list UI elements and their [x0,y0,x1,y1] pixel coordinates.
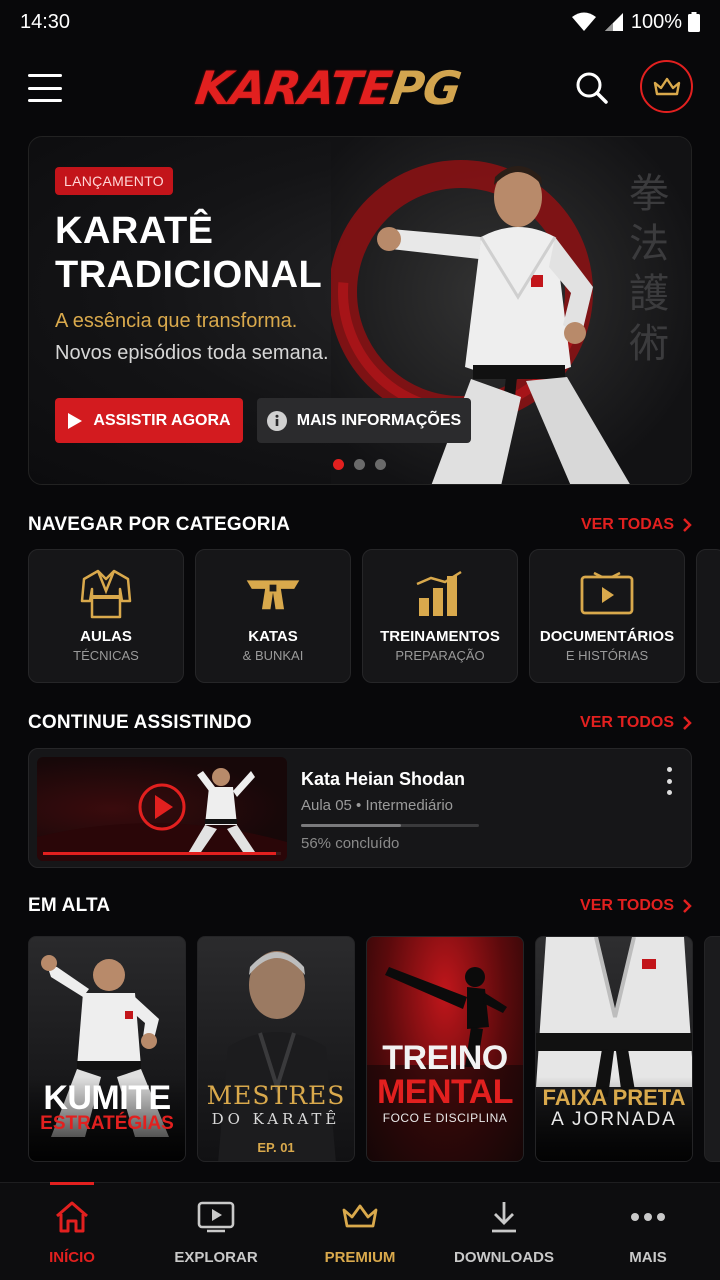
signal-icon [604,13,623,31]
belt-icon [245,568,301,620]
hero-tagline: A essência que transforma. [55,310,298,332]
download-icon [488,1199,520,1235]
logo-karate: KARATE [192,61,395,115]
trending-title: EM ALTA [28,895,111,916]
svg-text:拳: 拳 [629,171,669,217]
nav-more[interactable]: MAIS [576,1183,720,1280]
carousel-dot[interactable] [333,459,344,470]
crown-icon [653,77,680,95]
continue-watching-card[interactable]: Kata Heian Shodan Aula 05 • Intermediári… [28,748,692,868]
hero-banner[interactable]: 拳法護術 LANÇAMENTO KARATÊ TRADICIONAL A ess… [28,136,692,485]
hero-title: KARATÊ TRADICIONAL [55,210,323,296]
thumb-progress-track [43,852,281,855]
watch-now-button[interactable]: ASSISTIR AGORA [55,398,243,443]
progress-label: 56% concluído [301,835,400,852]
nav-home[interactable]: INÍCIO [0,1182,144,1280]
video-meta: Aula 05 • Intermediário [301,797,453,814]
poster-faixa-preta[interactable]: FAIXA PRETA A JORNADA [535,936,693,1162]
more-info-button[interactable]: MAIS INFORMAÇÕES [257,398,471,443]
continue-title: CONTINUE ASSISTINDO [28,712,252,733]
logo-pg: PG [386,61,464,115]
home-icon [54,1199,90,1235]
menu-icon [28,74,62,77]
bottom-navigation: INÍCIO EXPLORAR PREMIUM DOWNLOADS MAIS [0,1182,720,1280]
play-box-icon [197,1199,235,1235]
status-icons: 100% [571,11,700,34]
menu-button[interactable] [28,74,62,102]
chevron-right-icon [683,716,692,730]
category-card-aulas[interactable]: AULAS TÉCNICAS [28,549,184,683]
more-icon [630,1199,666,1235]
video-title: Kata Heian Shodan [301,769,466,789]
tv-icon [579,568,635,620]
chart-icon [412,568,468,620]
launch-badge: LANÇAMENTO [55,167,173,195]
play-icon [68,412,83,429]
poster-kumite[interactable]: KUMITE ESTRATÉGIAS [28,936,186,1162]
svg-text:術: 術 [629,321,669,367]
trending-header: EM ALTA VER TODOS [28,891,692,921]
info-icon [266,410,287,431]
category-card-partial[interactable] [696,549,720,683]
battery-icon [688,12,700,32]
premium-button[interactable] [640,60,693,113]
continue-header: CONTINUE ASSISTINDO VER TODOS [28,708,692,738]
hero-subtitle: Novos episódios toda semana. [55,342,329,364]
chevron-right-icon [683,899,692,913]
categories-see-all-link[interactable]: VER TODAS [581,516,692,534]
chevron-right-icon [683,518,692,532]
svg-text:法: 法 [629,221,669,267]
app-header: KARATEPG [0,52,720,124]
progress-bar [301,824,479,827]
video-thumbnail[interactable] [37,757,287,861]
search-button[interactable] [572,68,612,108]
poster-partial[interactable] [704,936,720,1162]
carousel-dot[interactable] [354,459,365,470]
continue-see-all-link[interactable]: VER TODOS [580,714,692,732]
trending-see-all-link[interactable]: VER TODOS [580,897,692,915]
svg-text:護: 護 [629,271,669,317]
master-portrait-image [218,951,336,1161]
status-bar: 14:30 100% [0,0,720,44]
wifi-icon [571,12,596,31]
nav-premium[interactable]: PREMIUM [288,1183,432,1280]
carousel-dots [333,459,386,470]
category-card-katas[interactable]: KATAS & BUNKAI [195,549,351,683]
status-time: 14:30 [20,10,71,33]
thumb-progress-fill [43,852,277,855]
categories-header: NAVEGAR POR CATEGORIA VER TODAS [28,510,692,540]
nav-downloads[interactable]: DOWNLOADS [432,1183,576,1280]
progress-fill [301,824,401,827]
play-icon [155,795,173,819]
search-icon [576,72,608,104]
battery-percent: 100% [630,10,682,33]
kata-thumbnail-image [37,768,287,861]
poster-mestres[interactable]: MESTRES DO KARATÊ EP. 01 [197,936,355,1162]
poster-treino-mental[interactable]: TREINO MENTAL FOCO E DISCIPLINA [366,936,524,1162]
category-card-documentarios[interactable]: DOCUMENTÁRIOS E HISTÓRIAS [529,549,685,683]
category-list: AULAS TÉCNICAS KATAS & BUNKAI TREINAMENT… [28,549,720,683]
trending-list: KUMITE ESTRATÉGIAS MESTRES DO KARATÊ EP.… [28,936,720,1162]
app-logo[interactable]: KARATEPG [192,58,464,118]
more-options-button[interactable] [661,767,677,795]
category-card-treinamentos[interactable]: TREINAMENTOS PREPARAÇÃO [362,549,518,683]
carousel-dot[interactable] [375,459,386,470]
gi-icon [78,568,134,620]
categories-title: NAVEGAR POR CATEGORIA [28,514,291,535]
more-vertical-icon [666,767,672,772]
nav-explore[interactable]: EXPLORAR [144,1183,288,1280]
crown-icon [341,1199,379,1235]
